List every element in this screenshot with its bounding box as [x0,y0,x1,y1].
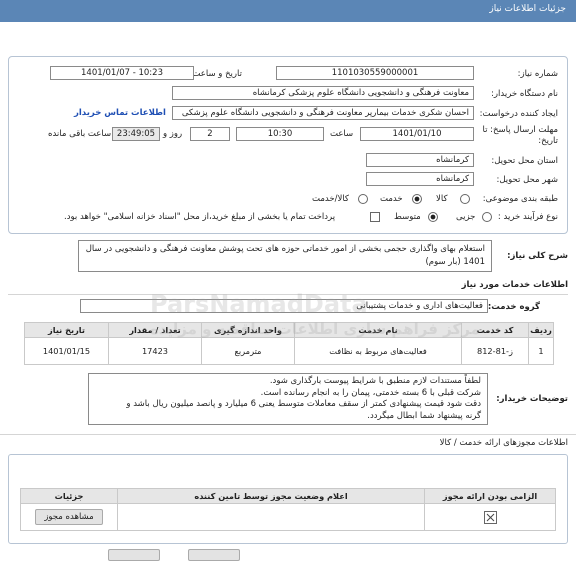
buyer-label: نام دستگاه خریدار: [491,89,558,99]
col-service-name: نام خدمت [294,322,462,338]
buyer-field: معاونت فرهنگی و دانشجویی دانشگاه علوم پز… [172,86,474,100]
treasury-payment-note: پرداخت تمام یا بخشی از مبلغ خرید،از محل … [64,212,336,222]
divider [8,294,568,295]
note-line: گرنه پیشنهاد شما ابطال میگردد. [367,410,481,421]
permits-heading: اطلاعات مجوزهای ارائه خدمت / کالا [439,438,568,448]
process-medium-radio[interactable] [428,212,438,222]
category-goods-service-label: کالا/خدمت [312,194,349,204]
process-minor-label: جزیی [456,212,476,222]
permits-table: الزامی بودن ارائه مجوز اعلام وضعیت مجوز … [20,488,556,531]
col-quantity: تعداد / مقدار [108,322,202,338]
cell-quantity: 17423 [108,337,202,365]
days-remaining-field: 2 [190,127,230,141]
page-title: جزئیات اطلاعات نیاز [489,4,566,14]
cell-service-name: فعالیت‌های مربوط به نظافت [294,337,462,365]
city-label: شهر محل تحویل: [496,175,558,185]
services-table-header: ردیف کد خدمت نام خدمت واحد اندازه گیری ت… [24,322,554,338]
col-service-code: کد خدمت [461,322,529,338]
cell-permit-required [424,503,556,531]
divider [0,434,576,435]
process-minor-radio[interactable] [482,212,492,222]
time-remaining-field: 23:49:05 [112,127,160,141]
col-unit: واحد اندازه گیری [201,322,295,338]
announce-datetime-field: 1401/01/07 - 10:23 [50,66,194,80]
category-label: طبقه بندی موضوعی: [482,194,558,204]
deadline-label: مهلت ارسال پاسخ: تا تاریخ: [482,125,558,146]
process-type-label: نوع فرآیند خرید : [497,212,558,222]
cell-permit-details: مشاهده مجوز [20,503,118,531]
province-field: کرمانشاه [366,153,474,167]
services-table: ردیف کد خدمت نام خدمت واحد اندازه گیری ت… [24,322,554,365]
cell-need-date: 1401/01/15 [24,337,109,365]
footer-button[interactable] [188,549,240,561]
cell-row: 1 [528,337,554,365]
days-label: روز و [163,129,183,139]
permits-table-header: الزامی بودن ارائه مجوز اعلام وضعیت مجوز … [20,488,556,504]
deadline-time-label: ساعت [330,129,354,139]
province-label: استان محل تحویل: [491,156,558,166]
col-row: ردیف [528,322,554,338]
process-medium-label: متوسط [394,212,421,222]
page-header: جزئیات اطلاعات نیاز [0,0,576,22]
cell-unit: مترمربع [201,337,295,365]
creator-label: ایجاد کننده درخواست: [479,109,558,119]
summary-label: شرح کلی نیاز: [507,251,568,261]
note-line: شرکت قبلی با 6 بسته خدمتی، پیمان را به ا… [260,387,481,398]
category-goods-radio[interactable] [460,194,470,204]
table-row: 1 ز-81-812 فعالیت‌های مربوط به نظافت متر… [24,337,554,365]
cell-permit-status [117,503,425,531]
checkbox-x-icon [483,510,497,524]
col-permit-required: الزامی بودن ارائه مجوز [424,488,556,504]
category-goods-label: کالا [436,194,448,204]
treasury-payment-checkbox[interactable] [370,212,380,222]
service-group-label: گروه خدمت: [487,302,540,312]
buyer-notes-label: توضیحات خریدار: [496,394,568,404]
col-permit-details: جزئیات [20,488,118,504]
deadline-date-field: 1401/01/10 [360,127,474,141]
col-permit-status: اعلام وضعیت مجوز توسط تامین کننده [117,488,425,504]
buyer-contact-link[interactable]: اطلاعات تماس خریدار [74,108,166,118]
deadline-time-field: 10:30 [236,127,324,141]
buyer-notes-box: لطفاً مستندات لازم منطبق با شرایط پیوست … [88,373,488,425]
category-service-label: خدمت [380,194,403,204]
summary-text: استعلام بهای واگذاری حجمی بخشی از امور خ… [78,240,492,272]
note-line: دقت شود قیمت پیشنهادی کمتر از سقف معاملا… [126,399,481,409]
services-heading: اطلاعات خدمات مورد نیاز [461,280,568,290]
note-line: لطفاً مستندات لازم منطبق با شرایط پیوست … [269,376,481,386]
time-remaining-label: ساعت باقی مانده [48,129,112,139]
table-row: مشاهده مجوز [20,503,556,531]
category-service-radio[interactable] [412,194,422,204]
col-need-date: تاریخ نیاز [24,322,109,338]
footer-button[interactable] [108,549,160,561]
need-number-field: 1101030559000001 [276,66,474,80]
view-permit-button[interactable]: مشاهده مجوز [35,509,103,525]
creator-field: احسان شکری خدمات بیمارپر معاونت فرهنگی و… [172,106,474,120]
category-goods-service-radio[interactable] [358,194,368,204]
city-field: کرمانشاه [366,172,474,186]
need-number-label: شماره نیاز: [517,69,558,79]
cell-service-code: ز-81-812 [461,337,529,365]
service-group-field: فعالیت‌های اداری و خدمات پشتیبانی [80,299,488,313]
